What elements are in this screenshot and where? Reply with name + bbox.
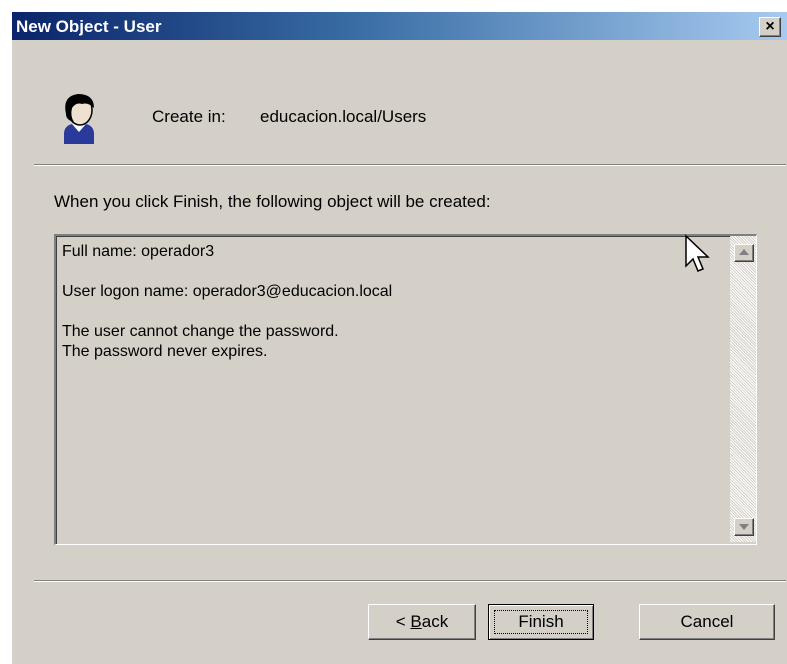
scroll-up-button[interactable] bbox=[734, 244, 754, 262]
back-button[interactable]: < Back bbox=[368, 604, 476, 640]
finish-button[interactable]: Finish bbox=[488, 604, 594, 640]
arrow-up-icon bbox=[739, 249, 749, 255]
new-object-user-dialog: New Object - User × Create in: educacion… bbox=[12, 12, 787, 664]
description-text: When you click Finish, the following obj… bbox=[54, 192, 491, 211]
password-expire-line: The password never expires. bbox=[62, 343, 268, 360]
back-rest: ack bbox=[421, 612, 449, 631]
logon-name-line: User logon name: operador3@educacion.loc… bbox=[62, 283, 393, 300]
cancel-button[interactable]: Cancel bbox=[639, 604, 775, 640]
window-title: New Object - User bbox=[16, 17, 162, 36]
back-accesskey: B bbox=[410, 612, 422, 631]
arrow-down-icon bbox=[739, 524, 749, 530]
finish-label: Finish bbox=[494, 610, 588, 634]
vertical-scrollbar[interactable] bbox=[730, 236, 756, 542]
scroll-down-button[interactable] bbox=[734, 518, 754, 536]
full-name-line: Full name: operador3 bbox=[62, 243, 215, 260]
password-change-line: The user cannot change the password. bbox=[62, 323, 339, 340]
summary-textbox[interactable]: Full name: operador3 User logon name: op… bbox=[54, 234, 757, 545]
create-in-label: Create in: bbox=[152, 107, 226, 126]
user-icon bbox=[64, 94, 94, 144]
bottom-separator bbox=[34, 580, 786, 582]
title-bar[interactable]: New Object - User × bbox=[12, 12, 787, 40]
create-in-path: educacion.local/Users bbox=[260, 107, 427, 126]
top-separator bbox=[34, 164, 786, 166]
summary-content: Full name: operador3 User logon name: op… bbox=[62, 242, 722, 362]
close-button[interactable]: × bbox=[759, 17, 781, 37]
back-prefix: < bbox=[395, 612, 411, 631]
mouse-cursor-icon bbox=[685, 234, 710, 272]
